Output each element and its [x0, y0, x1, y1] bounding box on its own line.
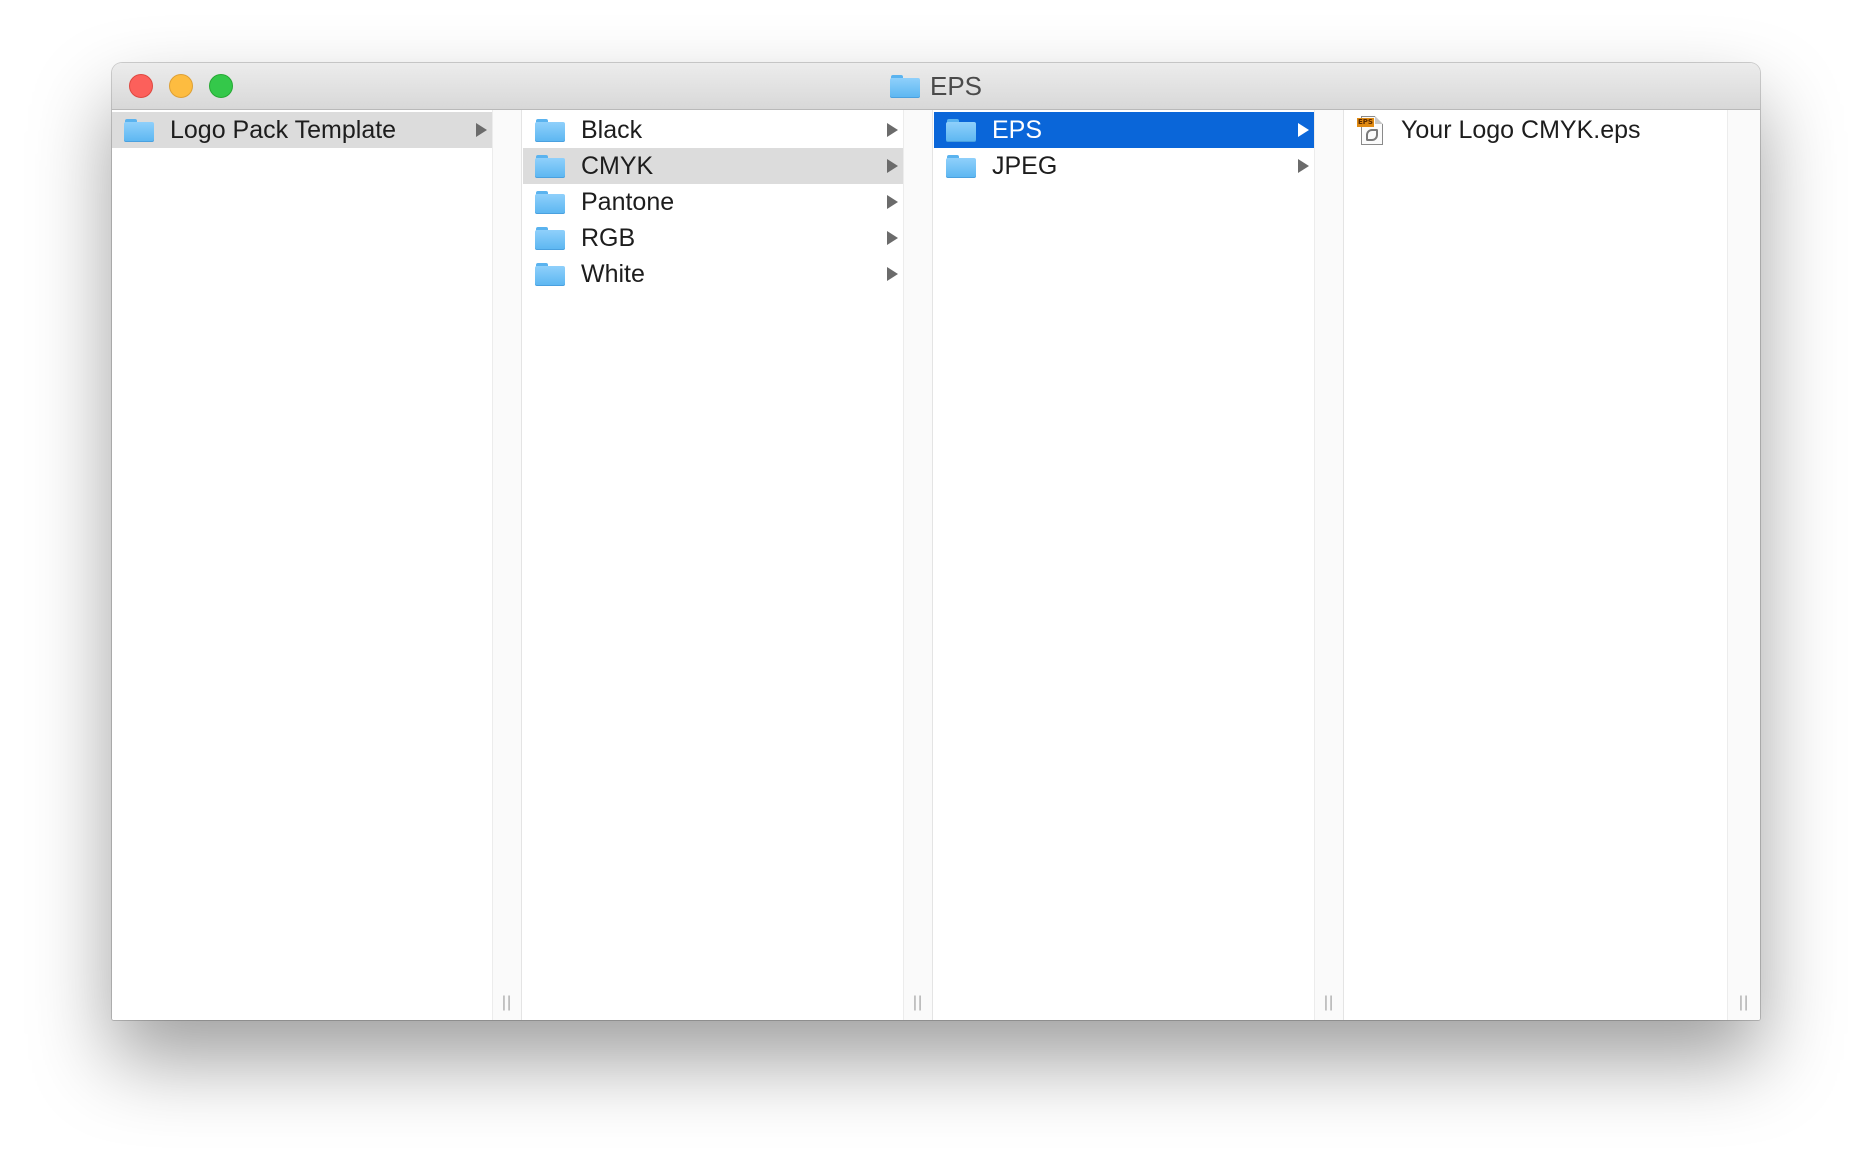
row-label: RGB	[581, 223, 636, 252]
window-title: EPS	[112, 63, 1760, 109]
browser-column-3[interactable]: EPS JPEG ||	[934, 110, 1344, 1020]
browser-column-1[interactable]: Logo Pack Template ||	[112, 110, 522, 1020]
disclosure-arrow-icon	[887, 267, 898, 281]
column-resize-handle[interactable]: ||	[913, 994, 923, 1012]
folder-row-pantone[interactable]: Pantone	[523, 184, 904, 220]
folder-row-cmyk[interactable]: CMYK	[523, 148, 904, 184]
column-list: Logo Pack Template	[112, 110, 493, 1020]
folder-row-black[interactable]: Black	[523, 112, 904, 148]
disclosure-arrow-icon	[476, 123, 487, 137]
row-label: Logo Pack Template	[170, 115, 397, 144]
row-label: JPEG	[992, 151, 1058, 180]
column-list: EPS Your Logo CMYK.eps	[1345, 110, 1728, 1020]
row-label: Black	[581, 115, 643, 144]
disclosure-arrow-icon	[887, 231, 898, 245]
window-title-text: EPS	[929, 70, 983, 101]
folder-row-white[interactable]: White	[523, 256, 904, 292]
disclosure-arrow-icon	[1298, 123, 1309, 137]
folder-icon	[535, 118, 565, 142]
column-browser: Logo Pack Template || Black CMYK Pantone…	[112, 110, 1760, 1020]
folder-row-eps[interactable]: EPS	[934, 112, 1315, 148]
row-label: Pantone	[581, 187, 675, 216]
column-resize-gutter[interactable]: ||	[492, 110, 521, 1020]
folder-row-jpeg[interactable]: JPEG	[934, 148, 1315, 184]
file-row-your-logo-cmyk[interactable]: EPS Your Logo CMYK.eps	[1345, 112, 1728, 148]
row-label: White	[581, 259, 645, 288]
folder-icon	[535, 262, 565, 286]
disclosure-arrow-icon	[887, 123, 898, 137]
column-resize-handle[interactable]: ||	[502, 994, 512, 1012]
folder-icon	[535, 190, 565, 214]
folder-icon	[946, 118, 976, 142]
column-resize-handle[interactable]: ||	[1324, 994, 1334, 1012]
browser-column-2[interactable]: Black CMYK Pantone RGB White ||	[523, 110, 933, 1020]
eps-file-icon: EPS	[1357, 114, 1385, 146]
row-label: EPS	[992, 115, 1043, 144]
folder-icon	[889, 74, 920, 98]
row-label: CMYK	[581, 151, 654, 180]
folder-icon	[535, 154, 565, 178]
column-list: Black CMYK Pantone RGB White	[523, 110, 904, 1020]
folder-icon	[946, 154, 976, 178]
folder-row-logo-pack-template[interactable]: Logo Pack Template	[112, 112, 493, 148]
column-resize-handle[interactable]: ||	[1739, 994, 1749, 1012]
folder-icon	[535, 226, 565, 250]
title-bar[interactable]: EPS	[112, 63, 1760, 110]
disclosure-arrow-icon	[887, 195, 898, 209]
folder-row-rgb[interactable]: RGB	[523, 220, 904, 256]
column-resize-gutter[interactable]: ||	[1727, 110, 1760, 1020]
column-list: EPS JPEG	[934, 110, 1315, 1020]
browser-column-4[interactable]: EPS Your Logo CMYK.eps ||	[1345, 110, 1760, 1020]
folder-icon	[124, 118, 154, 142]
disclosure-arrow-icon	[1298, 159, 1309, 173]
finder-window: EPS Logo Pack Template || Black CMYK Pan…	[112, 63, 1760, 1020]
row-label: Your Logo CMYK.eps	[1401, 115, 1641, 144]
disclosure-arrow-icon	[887, 159, 898, 173]
column-resize-gutter[interactable]: ||	[903, 110, 932, 1020]
column-resize-gutter[interactable]: ||	[1314, 110, 1343, 1020]
